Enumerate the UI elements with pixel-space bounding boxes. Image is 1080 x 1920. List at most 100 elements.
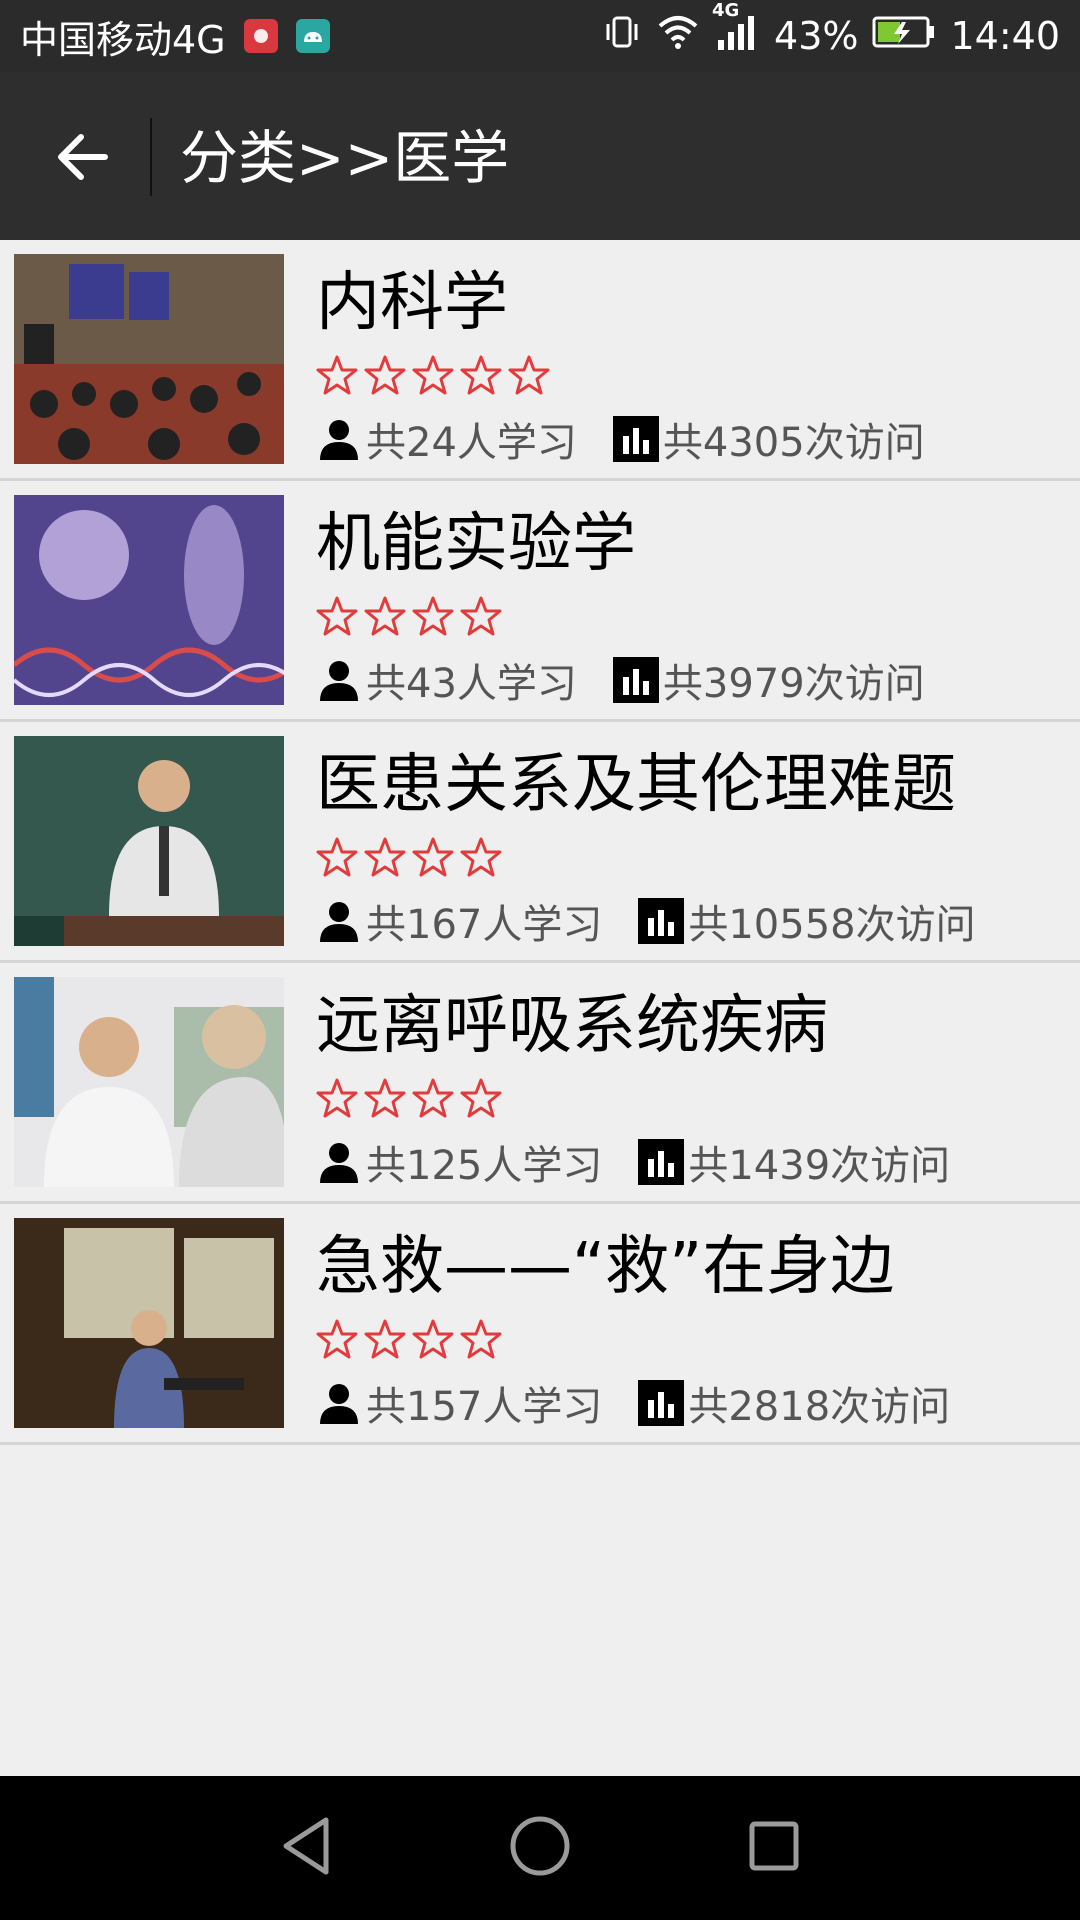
course-stats: 共167人学习 共10558次访问 — [316, 892, 976, 950]
star-icon — [508, 355, 550, 395]
course-stats: 共125人学习 共1439次访问 — [316, 1133, 950, 1191]
person-icon — [320, 1143, 358, 1183]
rating-stars — [316, 1318, 502, 1360]
visits-count: 共3979次访问 — [662, 661, 925, 707]
learners-stat: 共125人学习 — [316, 1133, 602, 1191]
star-icon — [364, 355, 406, 395]
vibrate-icon — [602, 12, 642, 61]
recents-square-icon — [749, 1821, 799, 1871]
star-icon — [316, 596, 358, 636]
visits-stat: 共4305次访问 — [612, 410, 925, 468]
bar-chart-icon — [612, 416, 659, 462]
learners-stat: 共43人学习 — [316, 651, 577, 709]
course-list: 内科学 共24人学习 共4305次访问 机能实验学 共43人学习 共3979次访… — [0, 240, 1080, 1445]
network-type-label: 4G — [712, 0, 740, 21]
battery-charging-icon — [872, 14, 936, 59]
course-item[interactable]: 急救——“救”在身边 共157人学习 共2818次访问 — [0, 1204, 1080, 1445]
star-icon — [460, 596, 502, 636]
star-icon — [364, 596, 406, 636]
page-title: 分类>>医学 — [180, 124, 510, 192]
star-icon — [460, 1078, 502, 1118]
visits-count: 共2818次访问 — [688, 1384, 951, 1430]
learners-stat: 共167人学习 — [316, 892, 602, 950]
star-icon — [412, 837, 454, 877]
star-icon — [412, 355, 454, 395]
rating-stars — [316, 354, 550, 396]
person-icon — [320, 902, 358, 942]
home-circle-icon — [510, 1816, 570, 1876]
learners-stat: 共24人学习 — [316, 410, 577, 468]
visits-stat: 共10558次访问 — [638, 892, 976, 950]
course-title: 急救——“救”在身边 — [316, 1230, 895, 1304]
star-icon — [364, 837, 406, 877]
carrier-label: 中国移动4G — [20, 17, 226, 62]
star-icon — [316, 1078, 358, 1118]
bar-chart-icon — [638, 1139, 685, 1185]
learners-count: 共24人学习 — [366, 420, 577, 466]
course-title: 机能实验学 — [316, 507, 636, 581]
back-triangle-icon — [283, 1817, 329, 1875]
learners-count: 共157人学习 — [366, 1384, 603, 1430]
toolbar: 分类>>医学 — [0, 72, 1080, 240]
bar-chart-icon — [638, 1380, 685, 1426]
rating-stars — [316, 1077, 502, 1119]
person-icon — [320, 1384, 358, 1424]
learners-stat: 共157人学习 — [316, 1374, 602, 1432]
star-icon — [460, 355, 502, 395]
course-stats: 共157人学习 共2818次访问 — [316, 1374, 950, 1432]
bar-chart-icon — [638, 898, 685, 944]
toolbar-divider — [150, 118, 152, 196]
visits-count: 共10558次访问 — [688, 902, 976, 948]
visits-count: 共1439次访问 — [688, 1143, 951, 1189]
system-nav-bar — [0, 1776, 1080, 1920]
course-item[interactable]: 医患关系及其伦理难题 共167人学习 共10558次访问 — [0, 722, 1080, 963]
star-icon — [412, 596, 454, 636]
arrow-left-icon — [58, 134, 108, 180]
course-item[interactable]: 内科学 共24人学习 共4305次访问 — [0, 240, 1080, 481]
course-stats: 共43人学习 共3979次访问 — [316, 651, 925, 709]
course-title: 内科学 — [316, 266, 508, 340]
star-icon — [412, 1078, 454, 1118]
visits-stat: 共1439次访问 — [638, 1133, 950, 1191]
signal-icon: 4G — [712, 0, 760, 61]
course-thumbnail — [14, 736, 284, 946]
course-title: 医患关系及其伦理难题 — [316, 748, 956, 822]
learners-count: 共43人学习 — [366, 661, 577, 707]
wifi-icon — [656, 12, 700, 61]
learners-count: 共167人学习 — [366, 902, 603, 948]
person-icon — [320, 661, 358, 701]
learners-count: 共125人学习 — [366, 1143, 603, 1189]
star-icon — [460, 837, 502, 877]
rating-stars — [316, 836, 502, 878]
star-icon — [412, 1319, 454, 1359]
bar-chart-icon — [612, 657, 659, 703]
clock: 14:40 — [950, 14, 1060, 58]
nav-home-button[interactable] — [508, 1814, 572, 1882]
android-icon — [295, 19, 330, 53]
star-icon — [364, 1078, 406, 1118]
course-item[interactable]: 远离呼吸系统疾病 共125人学习 共1439次访问 — [0, 963, 1080, 1204]
star-icon — [316, 355, 358, 395]
nav-recents-button[interactable] — [744, 1816, 804, 1880]
course-thumbnail — [14, 495, 284, 705]
star-icon — [316, 837, 358, 877]
star-icon — [316, 1319, 358, 1359]
course-title: 远离呼吸系统疾病 — [316, 989, 828, 1063]
visits-stat: 共3979次访问 — [612, 651, 925, 709]
nav-back-button[interactable] — [276, 1814, 336, 1882]
course-stats: 共24人学习 共4305次访问 — [316, 410, 925, 468]
course-thumbnail — [14, 1218, 284, 1428]
rating-stars — [316, 595, 502, 637]
battery-percent: 43% — [774, 14, 859, 58]
person-icon — [320, 420, 358, 460]
visits-stat: 共2818次访问 — [638, 1374, 950, 1432]
star-icon — [364, 1319, 406, 1359]
course-thumbnail — [14, 977, 284, 1187]
back-button[interactable] — [48, 122, 118, 192]
course-item[interactable]: 机能实验学 共43人学习 共3979次访问 — [0, 481, 1080, 722]
huawei-app-icon — [243, 19, 278, 53]
course-thumbnail — [14, 254, 284, 464]
status-bar: 中国移动4G 4G 43% 14:40 — [0, 0, 1080, 72]
star-icon — [460, 1319, 502, 1359]
visits-count: 共4305次访问 — [662, 420, 925, 466]
